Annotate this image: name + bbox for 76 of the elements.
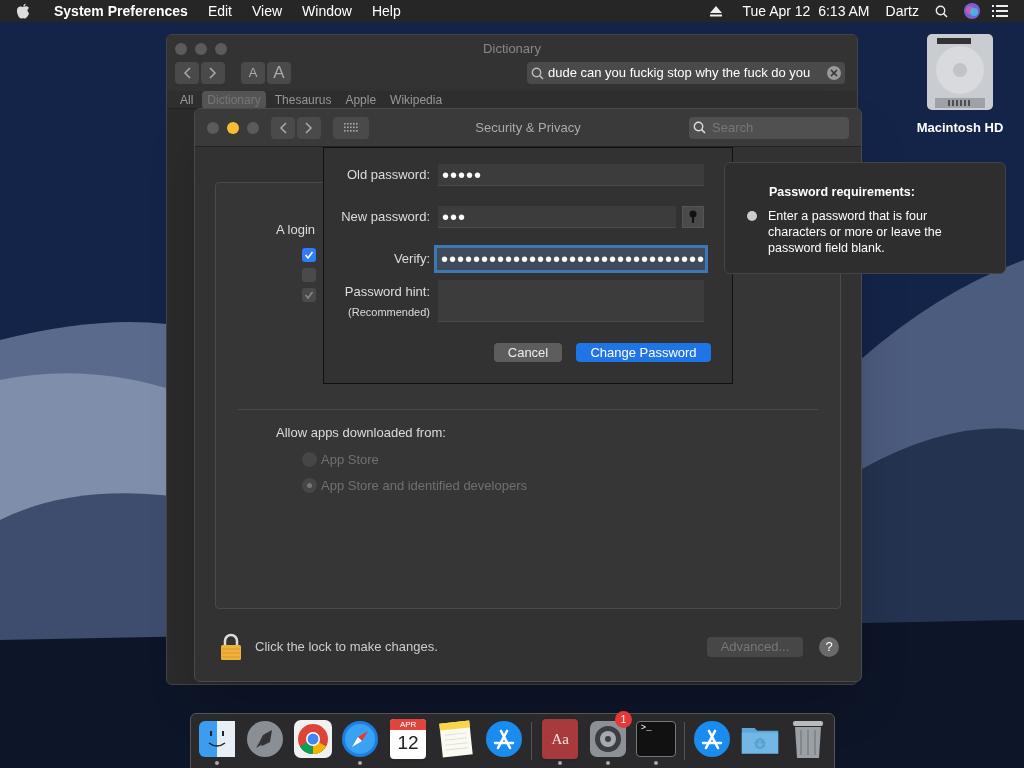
radio-button[interactable]: [302, 477, 317, 493]
field-label: Password hint:: [344, 283, 430, 301]
window-title: Dictionary: [483, 40, 541, 59]
terminal-prompt: >_: [640, 722, 652, 735]
menu-item[interactable]: Edit: [207, 0, 232, 22]
chrome-icon[interactable]: [292, 719, 333, 759]
terminal-icon[interactable]: >_: [635, 721, 676, 757]
calendar-day: 12: [397, 730, 419, 756]
login-text: A login: [276, 221, 316, 239]
user-menu[interactable]: Dartz: [885, 0, 919, 22]
calendar-icon[interactable]: APR 12: [390, 719, 427, 759]
dictionary-glyph: Aa: [551, 729, 569, 749]
search-icon: [693, 121, 706, 134]
grid-button[interactable]: [333, 116, 369, 139]
hint-field[interactable]: [438, 280, 704, 322]
font-size-button[interactable]: A: [241, 62, 265, 84]
app-menu[interactable]: System Preferences: [54, 0, 188, 22]
forward-button[interactable]: [297, 116, 321, 139]
checkbox[interactable]: [302, 247, 316, 262]
field-label: Verify:: [392, 250, 431, 269]
field-label: Old password:: [345, 166, 431, 185]
menu-clock[interactable]: Tue Apr 12 6:13 AM: [742, 0, 870, 22]
chevron-left-icon: [183, 67, 191, 79]
requirement-text: Enter a password that is four characters or more or leave the password field blank.: [768, 207, 943, 256]
cancel-button[interactable]: Cancel: [494, 343, 562, 362]
clear-icon[interactable]: [827, 66, 841, 80]
password-field[interactable]: •••: [438, 206, 676, 228]
finder-icon[interactable]: [197, 719, 237, 759]
radio-label: App Store: [321, 451, 379, 469]
bullet-icon: [747, 210, 757, 221]
key-button[interactable]: [682, 206, 704, 228]
search-text: dude can you fuckig stop why the fuck do you: [548, 64, 812, 83]
list-icon[interactable]: [992, 5, 1008, 17]
password-dots: •••: [442, 206, 466, 227]
password-dots: •••••: [442, 164, 482, 185]
app-store-icon[interactable]: [692, 719, 733, 759]
app-store-icon[interactable]: [483, 719, 524, 759]
calendar-month: APR: [390, 719, 427, 730]
scope-tab[interactable]: Wikipedia: [385, 90, 448, 109]
field-sublabel: (Recommended): [348, 304, 430, 320]
password-field[interactable]: •••••: [438, 164, 704, 186]
compass-icon[interactable]: [340, 719, 381, 759]
notification-badge: 1: [615, 711, 633, 728]
padlock-icon[interactable]: [220, 633, 242, 661]
key-icon: [689, 210, 697, 224]
search-icon: [935, 4, 948, 18]
forward-button[interactable]: [201, 62, 225, 84]
scope-tab[interactable]: Thesaurus: [269, 90, 337, 109]
allow-apps-label: Allow apps downloaded from:: [276, 423, 447, 442]
radio-label: App Store and identified developers: [321, 476, 527, 495]
search-field[interactable]: dude can you fuckig stop why the fuck do you: [527, 62, 845, 84]
back-button[interactable]: [175, 62, 199, 84]
menu-item[interactable]: Window: [302, 0, 352, 22]
apple-icon[interactable]: [16, 3, 30, 19]
desktop-icon-label[interactable]: Macintosh HD: [916, 118, 1004, 138]
menu-item[interactable]: View: [252, 0, 283, 22]
dictionary-icon[interactable]: Aa: [542, 719, 579, 759]
popover-title: Password requirements:: [769, 184, 916, 201]
help-button[interactable]: ?: [819, 637, 839, 657]
search-icon: [531, 66, 544, 80]
lock-message: Click the lock to make changes.: [255, 638, 438, 657]
eject-icon[interactable]: [710, 5, 723, 17]
chevron-left-icon: [279, 121, 287, 134]
field-label: New password:: [340, 208, 431, 227]
window-title: Security & Privacy: [475, 118, 581, 137]
scope-tab[interactable]: Apple: [340, 90, 382, 109]
font-size-button[interactable]: A: [267, 62, 291, 84]
change-password-button[interactable]: Change Password: [576, 343, 711, 362]
menu-item[interactable]: Help: [371, 0, 401, 22]
grid-icon: [344, 123, 358, 132]
siri-icon[interactable]: [964, 3, 980, 19]
chevron-right-icon: [209, 67, 217, 79]
chevron-right-icon: [305, 121, 313, 134]
back-button[interactable]: [271, 116, 295, 139]
scope-tab[interactable]: All: [175, 90, 199, 109]
minimize-button[interactable]: [227, 121, 239, 134]
